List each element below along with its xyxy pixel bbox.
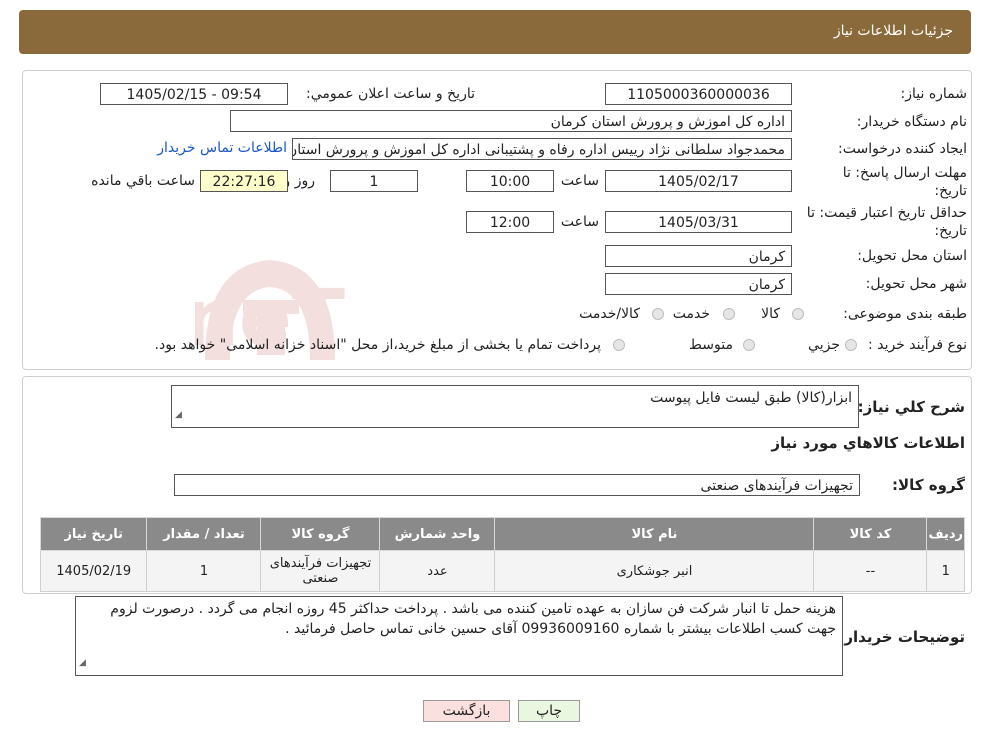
cell-group: تجهیزات فرآیندهای صنعتی	[260, 550, 381, 592]
col-code: کد کالا	[813, 517, 928, 551]
process-option-minor: جزيي	[808, 337, 840, 353]
process-radio-treasury[interactable]	[613, 339, 625, 351]
category-option-service: خدمت	[672, 306, 710, 322]
days-field: 1	[330, 170, 418, 192]
province-label: استان محل تحويل:	[857, 248, 967, 264]
process-treasury-note: پرداخت تمام يا بخشی از مبلغ خريد،از محل …	[154, 337, 601, 353]
days-label: روز و	[283, 173, 316, 189]
validity-time-field: 12:00	[466, 211, 554, 233]
announce-label: تاریخ و ساعت اعلان عمومي:	[306, 86, 475, 102]
cell-code: --	[813, 550, 928, 592]
category-option-goods-service: کالا/خدمت	[579, 306, 640, 322]
remaining-time-field: 22:27:16	[200, 170, 288, 192]
category-option-goods: کالا	[761, 306, 780, 322]
items-table: رديف کد کالا نام کالا واحد شمارش گروه کا…	[39, 517, 965, 592]
col-row: رديف	[926, 517, 965, 551]
items-title: اطلاعات کالاهاي مورد نياز	[771, 434, 965, 452]
buyer-notes-field: هزینه حمل تا انبار شرکت فن سازان به عهده…	[75, 596, 843, 676]
category-radio-service[interactable]	[723, 308, 735, 320]
buyer-contact-link[interactable]: اطلاعات تماس خريدار	[157, 140, 287, 156]
deadline-label-line2: تاريخ:	[934, 183, 967, 199]
col-name: نام کالا	[494, 517, 815, 551]
table-header-row: رديف کد کالا نام کالا واحد شمارش گروه کا…	[39, 517, 965, 551]
category-label: طبقه بندی موضوعی:	[843, 306, 967, 322]
buyer-notes-text: هزینه حمل تا انبار شرکت فن سازان به عهده…	[110, 601, 836, 637]
deadline-date-field: 1405/02/17	[605, 170, 792, 192]
description-text: ابزار(کالا) طبق لیست فایل پیوست	[650, 390, 852, 406]
page-title: جزئیات اطلاعات نیاز	[833, 23, 953, 39]
col-group: گروه کالا	[260, 517, 381, 551]
description-label: شرح کلي نياز:	[857, 398, 965, 416]
requester-field: محمدجواد سلطانی نژاد رییس اداره رفاه و پ…	[292, 138, 792, 160]
city-label: شهر محل تحويل:	[865, 276, 967, 292]
deadline-time-field: 10:00	[466, 170, 554, 192]
validity-label-line2: تاريخ:	[934, 223, 967, 239]
description-field: ابزار(کالا) طبق لیست فایل پیوست ◢	[171, 385, 859, 428]
requester-label: ايجاد کننده درخواست:	[838, 141, 967, 157]
resize-grip-icon: ◢	[175, 410, 182, 420]
col-unit: واحد شمارش	[379, 517, 496, 551]
validity-date-field: 1405/03/31	[605, 211, 792, 233]
process-radio-medium[interactable]	[743, 339, 755, 351]
validity-label-line1: حداقل تاريخ اعتبار قيمت: تا	[806, 205, 967, 221]
need-number-label: شماره نیاز:	[900, 86, 968, 102]
deadline-label-line1: مهلت ارسال پاسخ: تا	[842, 165, 967, 181]
category-radio-goods[interactable]	[792, 308, 804, 320]
province-field: کرمان	[605, 245, 792, 267]
cell-date: 1405/02/19	[39, 550, 148, 592]
cell-qty: 1	[146, 550, 262, 592]
need-number-field: 1105000360000036	[605, 83, 792, 105]
goods-group-label: گروه کالا:	[892, 476, 965, 494]
validity-time-label: ساعت	[560, 214, 599, 230]
table-row: 1 -- انبر جوشکاری عدد تجهیزات فرآیندهای …	[39, 550, 965, 592]
buyer-label: نام دستگاه خريدار:	[856, 114, 967, 130]
print-button[interactable]: چاپ	[518, 700, 580, 722]
back-button[interactable]: بازگشت	[423, 700, 510, 722]
remaining-label: ساعت باقي مانده	[91, 173, 195, 189]
process-label: نوع فرآيند خريد :	[868, 337, 967, 353]
buyer-notes-label: توضيحات خريدار:	[838, 628, 965, 646]
process-radio-minor[interactable]	[845, 339, 857, 351]
buyer-field: اداره کل اموزش و پرورش استان کرمان	[230, 110, 792, 132]
city-field: کرمان	[605, 273, 792, 295]
cell-name: انبر جوشکاری	[494, 550, 815, 592]
col-date: تاريخ نياز	[39, 517, 148, 551]
goods-group-field: تجهیزات فرآیندهای صنعتی	[174, 474, 860, 496]
cell-unit: عدد	[379, 550, 496, 592]
announce-field: 1405/02/15 - 09:54	[100, 83, 288, 105]
deadline-time-label: ساعت	[560, 173, 599, 189]
category-radio-goods-service[interactable]	[652, 308, 664, 320]
col-qty: تعداد / مقدار	[146, 517, 262, 551]
process-option-medium: متوسط	[689, 337, 733, 353]
resize-grip-icon: ◢	[79, 658, 86, 668]
cell-row: 1	[926, 550, 965, 592]
page-header: جزئیات اطلاعات نیاز	[19, 10, 971, 54]
